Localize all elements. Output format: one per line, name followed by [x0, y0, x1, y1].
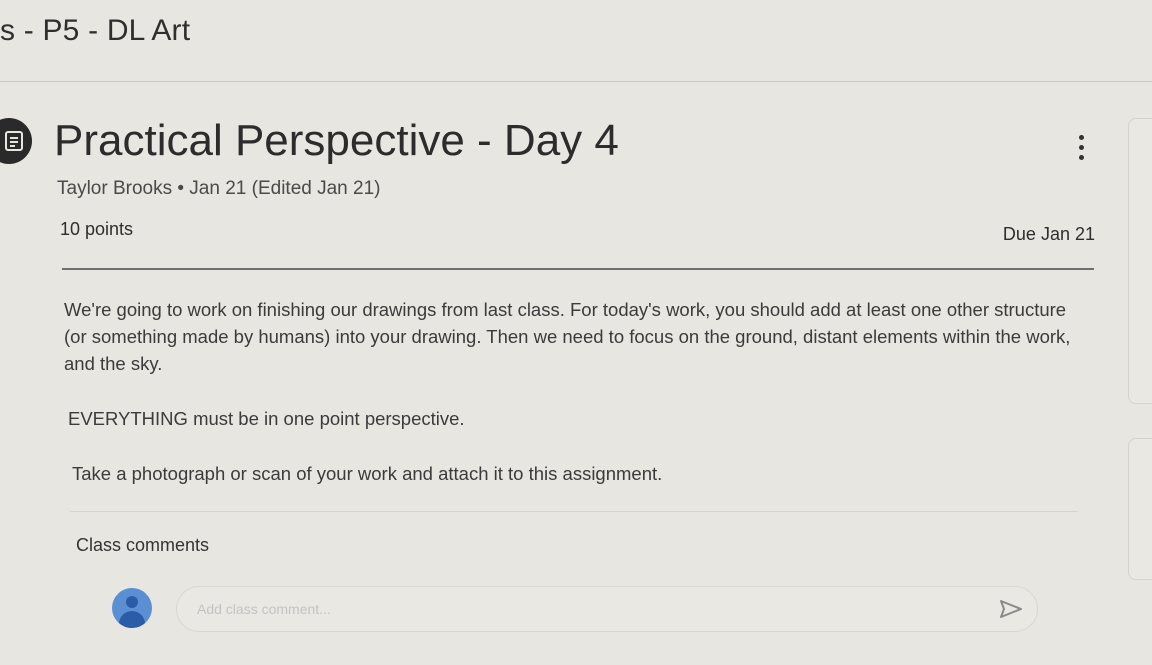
assignment-title: Practical Perspective - Day 4: [54, 116, 619, 165]
header-rule: [62, 268, 1094, 270]
avatar: [112, 588, 152, 628]
assignment-icon: [0, 118, 32, 164]
comment-input[interactable]: [197, 597, 977, 621]
assignment-paragraph-perspective: EVERYTHING must be in one point perspect…: [68, 408, 465, 429]
assignment-points: 10 points: [60, 219, 134, 239]
comments-divider: [70, 511, 1078, 512]
assignment-meta: Taylor Brooks • Jan 21 (Edited Jan 21): [57, 178, 381, 199]
comment-box[interactable]: [176, 586, 1038, 632]
assignment-description: We're going to work on finishing our dra…: [64, 299, 1071, 374]
side-card-your-work[interactable]: [1128, 118, 1152, 404]
class-comments-label: Class comments: [76, 535, 210, 555]
more-options-icon[interactable]: [1068, 130, 1094, 164]
assignment-paragraph-submit: Take a photograph or scan of your work a…: [72, 463, 663, 484]
due-date: Due Jan 21: [1002, 224, 1095, 244]
side-card-private-comments[interactable]: [1128, 438, 1152, 580]
header-divider: [0, 81, 1152, 82]
send-icon[interactable]: [996, 596, 1026, 622]
class-title[interactable]: s - P5 - DL Art: [0, 14, 190, 48]
